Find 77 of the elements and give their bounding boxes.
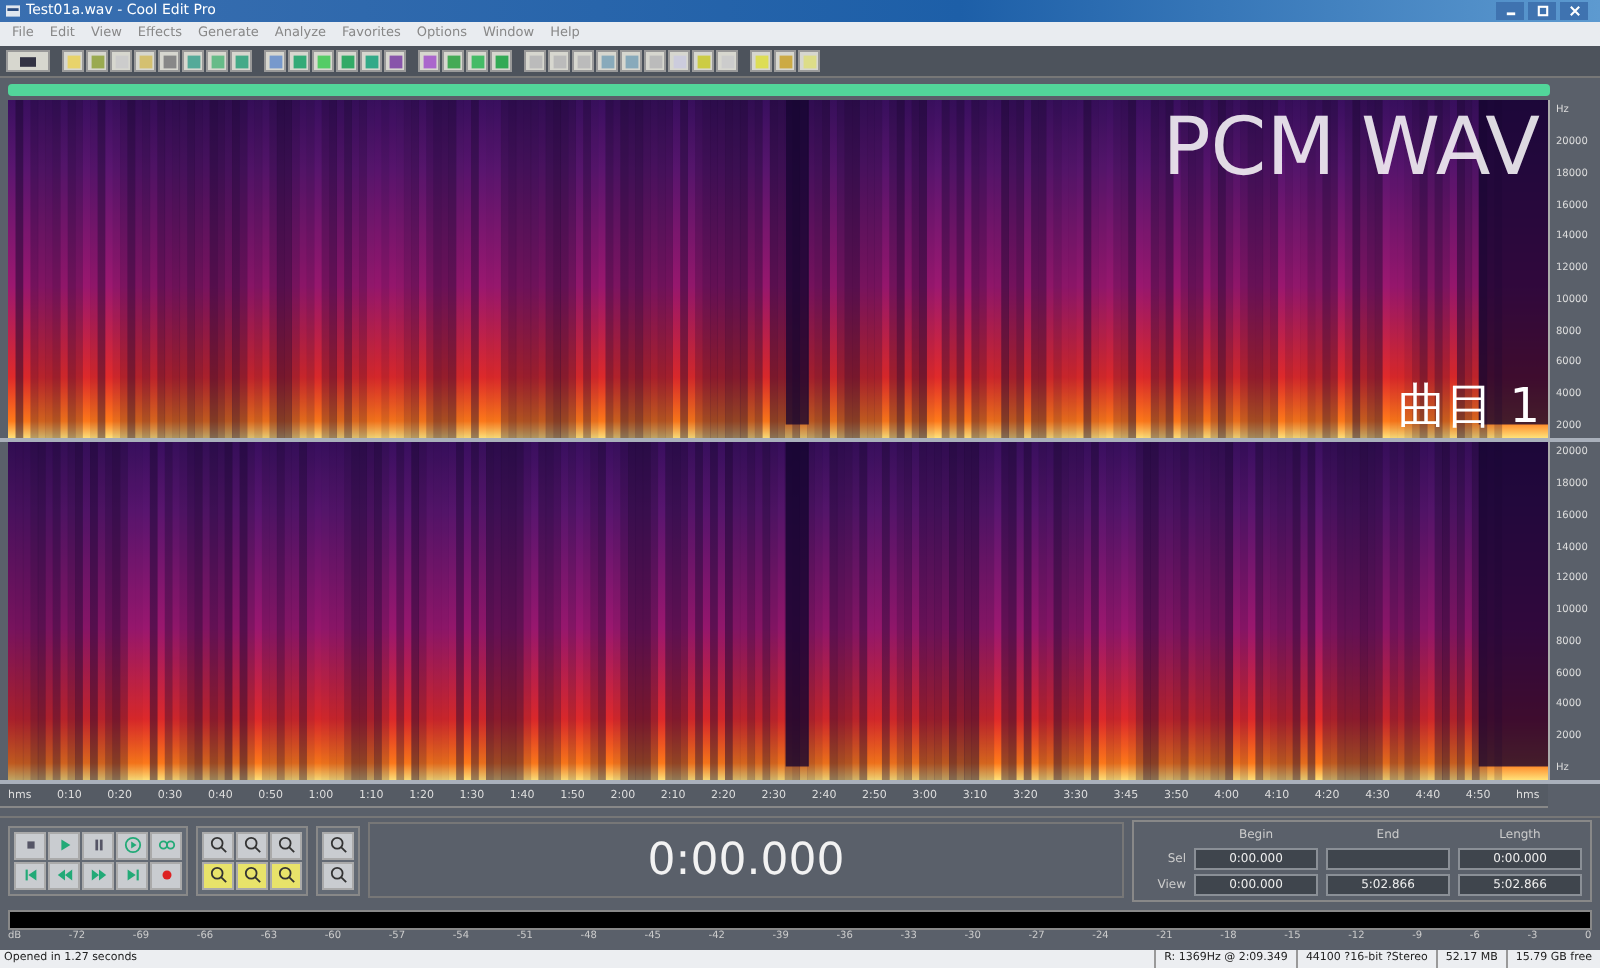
zoom-button[interactable] <box>270 831 302 860</box>
toolbar-button[interactable] <box>572 50 594 73</box>
transport-button[interactable] <box>14 831 46 860</box>
transport-button[interactable] <box>82 831 114 860</box>
zoom-button[interactable] <box>236 861 268 890</box>
transport-button[interactable] <box>116 861 148 890</box>
toolbar-button[interactable] <box>158 50 180 73</box>
pause-icon <box>89 836 107 855</box>
zoom-button[interactable] <box>202 861 234 890</box>
toolbar-button[interactable] <box>490 50 512 73</box>
toolbar-button[interactable] <box>750 50 772 73</box>
play-loop-icon <box>123 836 141 855</box>
transport-button[interactable] <box>48 861 80 890</box>
play-icon <box>55 836 73 855</box>
transport-button[interactable] <box>116 831 148 860</box>
zoom-icon <box>243 866 261 885</box>
toolbar-button[interactable] <box>644 50 666 73</box>
toolbar-button[interactable] <box>548 50 570 73</box>
close-icon <box>1567 3 1581 18</box>
restore-icon <box>1535 3 1549 18</box>
toolbar-button[interactable] <box>182 50 204 73</box>
overlay-label: 曲目 1 <box>1398 382 1540 431</box>
transport-button[interactable] <box>82 861 114 890</box>
minimize-button[interactable] <box>1496 1 1524 20</box>
zoom-icon <box>277 836 295 855</box>
toolbar-button[interactable] <box>312 50 334 73</box>
zoom-icon <box>209 836 227 855</box>
toolbar-button[interactable] <box>466 50 488 73</box>
toolbar-button[interactable] <box>384 50 406 73</box>
toolbar-button[interactable] <box>110 50 132 73</box>
toolbar-button[interactable] <box>264 50 286 73</box>
app-icon <box>4 3 22 18</box>
toolbar-button[interactable] <box>360 50 382 73</box>
toolbar-button[interactable] <box>596 50 618 73</box>
loop-icon <box>157 836 175 855</box>
toolbar-button[interactable] <box>774 50 796 73</box>
toolbar-button[interactable] <box>716 50 738 73</box>
transport-button[interactable] <box>150 861 182 890</box>
zoom-icon <box>329 866 347 885</box>
zoom-icon <box>329 836 347 855</box>
toolbar-button[interactable] <box>6 50 50 73</box>
rewind-icon <box>55 866 73 885</box>
toolbar-button[interactable] <box>418 50 440 73</box>
record-icon <box>157 866 175 885</box>
toolbar-button[interactable] <box>442 50 464 73</box>
overlay-label: PCM WAV <box>1162 108 1540 189</box>
time-display: 0:00.000 <box>368 822 1124 899</box>
zoom-button[interactable] <box>270 861 302 890</box>
skip-forward-icon <box>123 866 141 885</box>
skip-back-icon <box>21 866 39 885</box>
transport-button[interactable] <box>150 831 182 860</box>
close-button[interactable] <box>1560 1 1588 20</box>
zoom-icon <box>209 866 227 885</box>
zoom-button[interactable] <box>202 831 234 860</box>
toolbar-button[interactable] <box>524 50 546 73</box>
toolbar-button[interactable] <box>336 50 358 73</box>
zoom-icon <box>277 866 295 885</box>
toolbar-button[interactable] <box>288 50 310 73</box>
toolbar-button[interactable] <box>206 50 228 73</box>
toolbar-button[interactable] <box>620 50 642 73</box>
transport-button[interactable] <box>48 831 80 860</box>
toolbar-button[interactable] <box>62 50 84 73</box>
zoom-button[interactable] <box>322 831 354 860</box>
toolbar-button[interactable] <box>230 50 252 73</box>
stop-icon <box>21 836 39 855</box>
zoom-icon <box>243 836 261 855</box>
fast-forward-icon <box>89 866 107 885</box>
toolbar-button[interactable] <box>134 50 156 73</box>
toolbar-button[interactable] <box>668 50 690 73</box>
toolbar-button[interactable] <box>86 50 108 73</box>
toolbar-button[interactable] <box>798 50 820 73</box>
toolbar-button[interactable] <box>692 50 714 73</box>
zoom-button[interactable] <box>322 861 354 890</box>
zoom-button[interactable] <box>236 831 268 860</box>
time-field[interactable] <box>1326 847 1450 870</box>
restore-button[interactable] <box>1528 1 1556 20</box>
transport-button[interactable] <box>14 861 46 890</box>
